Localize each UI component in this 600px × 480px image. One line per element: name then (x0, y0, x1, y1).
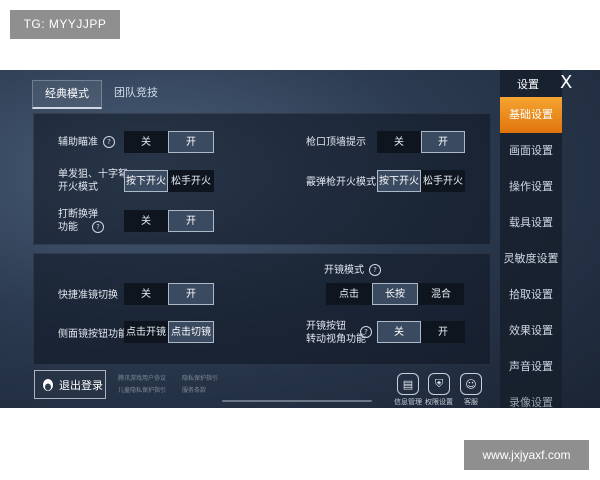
single-fire-release[interactable]: 松手开火 (168, 170, 214, 192)
muzzle-hint-toggle: 关 开 (377, 131, 465, 153)
sidebar-item-replay[interactable]: 录像设置 (500, 385, 562, 408)
side-scope-switch[interactable]: 点击切镜 (168, 321, 214, 343)
side-scope-toggle: 点击开镜 点击切镜 (124, 321, 214, 343)
shotgun-fire-label: 霰弹枪开火模式 (306, 177, 376, 188)
sidebar-item-basic[interactable]: 基础设置 (500, 97, 562, 133)
single-fire-press[interactable]: 按下开火 (124, 170, 168, 192)
interrupt-reload-label: 打断换弹 功能? (58, 208, 104, 234)
penguin-icon (43, 378, 53, 391)
help-icon[interactable]: ? (103, 136, 115, 148)
scope-rotate-on[interactable]: 开 (421, 321, 465, 343)
sidebar-title: 设置 (517, 78, 539, 91)
site-watermark: www.jxjyaxf.com (464, 440, 589, 470)
info-management-button[interactable]: ▤ 信息管理 (391, 373, 425, 407)
logout-button[interactable]: 退出登录 (34, 370, 106, 399)
sidebar-item-vehicle[interactable]: 载具设置 (500, 205, 562, 241)
link-privacy[interactable]: 隐私保护指引 (182, 373, 218, 385)
scope-mode-mixed[interactable]: 混合 (418, 283, 464, 305)
help-icon[interactable]: ? (360, 326, 372, 338)
muzzle-hint-off[interactable]: 关 (377, 131, 421, 153)
footer-links: 腾讯游戏用户协议 儿童隐私保护指引 隐私保护指引 服务条款 (118, 373, 232, 397)
horizontal-scrollbar[interactable] (222, 400, 372, 402)
scope-rotate-off[interactable]: 关 (377, 321, 421, 343)
shield-icon: ⛨ (428, 373, 450, 395)
scope-mode-selector: 点击 长按 混合 (326, 283, 464, 305)
game-settings-screen: 经典模式 团队竞技 辅助瞄准? 关 开 枪口顶墙提示 关 开 单发狙、十字弩 开… (0, 70, 600, 408)
quick-scope-on[interactable]: 开 (168, 283, 214, 305)
id-card-icon: ▤ (397, 373, 419, 395)
watermark-label: TG: MYYJJPP (10, 10, 120, 39)
customer-service-label: 客服 (464, 398, 478, 406)
headset-icon: ☺ (460, 373, 482, 395)
side-scope-label: 侧面镜按钮功能 (58, 329, 128, 340)
sidebar-item-sound[interactable]: 声音设置 (500, 349, 562, 385)
sidebar-menu: 基础设置 画面设置 操作设置 载具设置 灵敏度设置 拾取设置 效果设置 声音设置… (500, 97, 562, 408)
shotgun-fire-release[interactable]: 松手开火 (421, 170, 465, 192)
single-fire-label: 单发狙、十字弩 开火模式 (58, 169, 128, 193)
link-user-agreement[interactable]: 腾讯游戏用户协议 (118, 373, 166, 385)
shotgun-fire-toggle: 按下开火 松手开火 (377, 170, 465, 192)
quick-scope-toggle: 关 开 (124, 283, 214, 305)
scope-mode-hold[interactable]: 长按 (372, 283, 418, 305)
muzzle-hint-label: 枪口顶墙提示 (306, 137, 366, 148)
muzzle-hint-on[interactable]: 开 (421, 131, 465, 153)
sidebar-item-pickup[interactable]: 拾取设置 (500, 277, 562, 313)
sidebar-item-graphics[interactable]: 画面设置 (500, 133, 562, 169)
scope-rotate-toggle: 关 开 (377, 321, 465, 343)
logout-label: 退出登录 (59, 378, 103, 392)
close-icon[interactable]: X (560, 71, 572, 95)
link-child-privacy[interactable]: 儿童隐私保护指引 (118, 385, 166, 397)
assist-aim-label: 辅助瞄准? (58, 136, 115, 149)
interrupt-reload-off[interactable]: 关 (124, 210, 168, 232)
assist-aim-on[interactable]: 开 (168, 131, 214, 153)
scope-mode-click[interactable]: 点击 (326, 283, 372, 305)
sidebar-item-effects[interactable]: 效果设置 (500, 313, 562, 349)
scope-mode-label: 开镜模式? (324, 264, 381, 277)
permission-settings-label: 权限设置 (425, 398, 453, 406)
interrupt-reload-on[interactable]: 开 (168, 210, 214, 232)
assist-aim-toggle: 关 开 (124, 131, 214, 153)
info-management-label: 信息管理 (394, 398, 422, 406)
permission-settings-button[interactable]: ⛨ 权限设置 (422, 373, 456, 407)
fire-settings-panel: 辅助瞄准? 关 开 枪口顶墙提示 关 开 单发狙、十字弩 开火模式 按下开火 松… (33, 113, 491, 245)
mode-tabs: 经典模式 团队竞技 (32, 80, 170, 109)
tab-classic-mode[interactable]: 经典模式 (32, 80, 102, 109)
assist-aim-off[interactable]: 关 (124, 131, 168, 153)
sidebar-item-sensitivity[interactable]: 灵敏度设置 (500, 241, 562, 277)
interrupt-reload-toggle: 关 开 (124, 210, 214, 232)
tab-team-deathmatch[interactable]: 团队竞技 (102, 80, 170, 106)
help-icon[interactable]: ? (92, 221, 104, 233)
sidebar-item-controls[interactable]: 操作设置 (500, 169, 562, 205)
scope-rotate-label: 开镜按钮 转动视角功能 (306, 321, 366, 345)
quick-scope-off[interactable]: 关 (124, 283, 168, 305)
side-scope-open[interactable]: 点击开镜 (124, 321, 168, 343)
customer-service-button[interactable]: ☺ 客服 (454, 373, 488, 407)
quick-scope-label: 快捷准镜切换 (58, 290, 118, 301)
link-terms[interactable]: 服务条款 (182, 385, 218, 397)
single-fire-toggle: 按下开火 松手开火 (124, 170, 214, 192)
help-icon[interactable]: ? (369, 264, 381, 276)
scope-settings-panel: 开镜模式? 点击 长按 混合 快捷准镜切换 关 开 侧面镜按钮功能 点击开镜 点… (33, 253, 491, 365)
shotgun-fire-press[interactable]: 按下开火 (377, 170, 421, 192)
